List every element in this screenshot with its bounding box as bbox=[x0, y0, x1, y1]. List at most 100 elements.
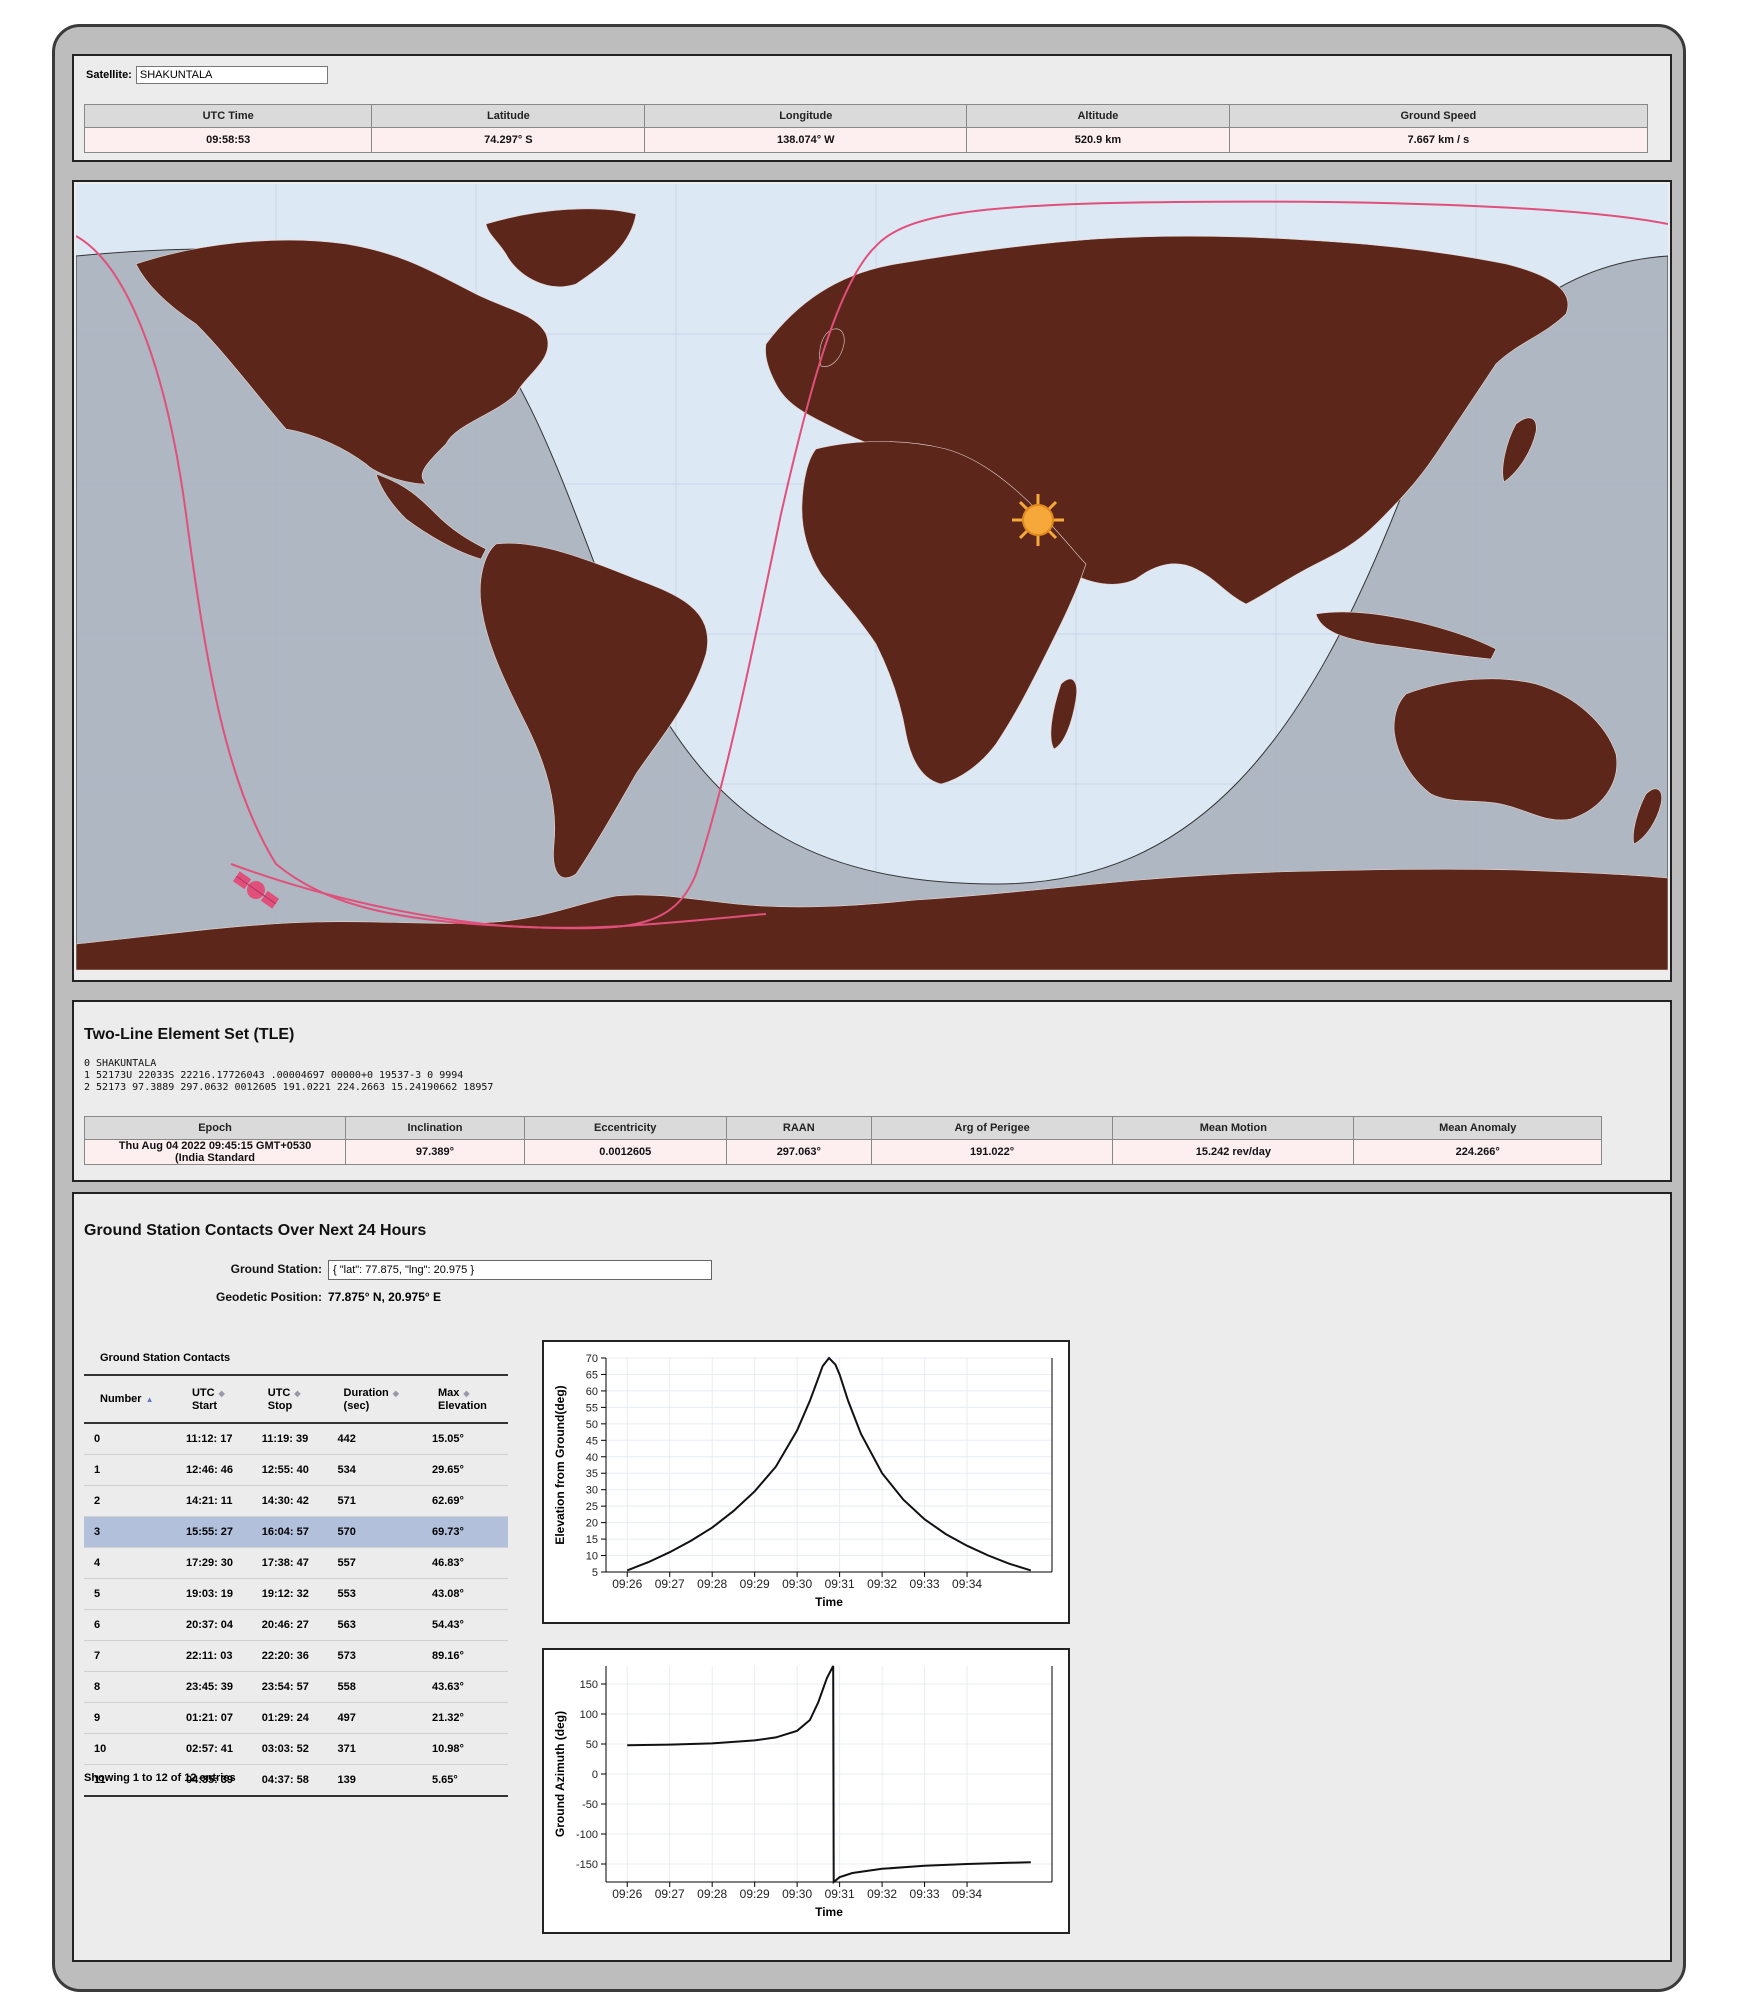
cell-number: 3 bbox=[84, 1516, 176, 1548]
azimuth-x-tick-label: 09:33 bbox=[910, 1887, 940, 1901]
sort-icon: ◆ bbox=[218, 1388, 225, 1398]
table-row[interactable]: 3 15:55: 27 16:04: 57 570 69.73° bbox=[84, 1516, 508, 1548]
column-utc-start[interactable]: UTC ◆ Start bbox=[175, 1375, 252, 1424]
tle-line-2: 2 52173 97.3889 297.0632 0012605 191.022… bbox=[84, 1082, 494, 1093]
table-row[interactable]: 1 12:46: 46 12:55: 40 534 29.65° bbox=[84, 1454, 508, 1486]
cell-number: 5 bbox=[84, 1578, 176, 1610]
cell-utc-start: 23:45: 39 bbox=[175, 1671, 252, 1703]
sort-icon: ◆ bbox=[294, 1388, 301, 1398]
ground-station-panel: Ground Station Contacts Over Next 24 Hou… bbox=[72, 1192, 1672, 1962]
elevation-x-tick-label: 09:28 bbox=[697, 1577, 727, 1591]
column-duration[interactable]: Duration ◆ (sec) bbox=[327, 1375, 422, 1424]
cell-number: 4 bbox=[84, 1547, 176, 1579]
tle-lines: 0 SHAKUNTALA 1 52173U 22033S 22216.177260… bbox=[84, 1058, 493, 1094]
azimuth-y-tick-label: 100 bbox=[580, 1709, 598, 1721]
satellite-input[interactable]: SHAKUNTALA bbox=[135, 66, 328, 84]
column-max-elevation-label-1: Max bbox=[437, 1386, 460, 1399]
entries-info: Showing 1 to 12 of 12 entries bbox=[84, 1772, 236, 1784]
cell-duration: 558 bbox=[327, 1671, 422, 1703]
sort-asc-icon: ▲ bbox=[145, 1394, 154, 1404]
header-raan: RAAN bbox=[725, 1116, 873, 1140]
cell-utc-start: 02:57: 41 bbox=[175, 1733, 252, 1765]
value-arg-of-perigee: 191.022° bbox=[871, 1139, 1114, 1165]
cell-number: 1 bbox=[84, 1454, 176, 1486]
cell-duration: 534 bbox=[327, 1454, 422, 1486]
cell-utc-start: 12:46: 46 bbox=[175, 1454, 252, 1486]
sort-icon: ◆ bbox=[392, 1388, 399, 1398]
table-row[interactable]: 7 22:11: 03 22:20: 36 573 89.16° bbox=[84, 1640, 508, 1672]
cell-duration: 571 bbox=[327, 1485, 422, 1517]
tle-line-1: 1 52173U 22033S 22216.17726043 .00004697… bbox=[84, 1070, 464, 1081]
elevation-y-label: Elevation from Ground(deg) bbox=[553, 1385, 567, 1544]
header-inclination: Inclination bbox=[345, 1116, 525, 1140]
madagascar bbox=[1050, 678, 1077, 750]
azimuth-y-tick-label: 50 bbox=[586, 1739, 598, 1751]
elevation-y-tick-label: 40 bbox=[586, 1452, 598, 1464]
value-epoch: Thu Aug 04 2022 09:45:15 GMT+0530 (India… bbox=[84, 1139, 346, 1165]
cell-duration: 553 bbox=[327, 1578, 422, 1610]
telemetry-panel: Satellite: SHAKUNTALA UTC Time Latitude … bbox=[72, 54, 1672, 162]
cell-utc-start: 11:12: 17 bbox=[175, 1423, 252, 1455]
world-map[interactable] bbox=[76, 184, 1668, 970]
map-svg bbox=[76, 184, 1668, 970]
elevation-y-tick-label: 25 bbox=[586, 1501, 598, 1513]
column-utc-stop[interactable]: UTC ◆ Stop bbox=[251, 1375, 328, 1424]
azimuth-x-label: Time bbox=[815, 1905, 843, 1919]
ground-station-title: Ground Station Contacts Over Next 24 Hou… bbox=[84, 1222, 427, 1239]
cell-max-elevation: 29.65° bbox=[421, 1454, 508, 1486]
header-latitude: Latitude bbox=[371, 104, 646, 128]
elevation-series-line bbox=[626, 1356, 1032, 1572]
contacts-table-body: 0 11:12: 17 11:19: 39 442 15.05° 1 12:46: 46 12… bbox=[84, 1423, 508, 1797]
column-number[interactable]: Number ▲ bbox=[84, 1375, 176, 1424]
contacts-table: Number ▲ UTC ◆ Start UTC ◆ Stop Duration ◆ (sec… bbox=[84, 1374, 508, 1797]
elevation-y-tick-label: 10 bbox=[586, 1551, 598, 1563]
table-row[interactable]: 5 19:03: 19 19:12: 32 553 43.08° bbox=[84, 1578, 508, 1610]
cell-number: 6 bbox=[84, 1609, 176, 1641]
azimuth-chart: 09:26 09:27 09:28 09:29 09:30 09:31 09:32 09:33… bbox=[542, 1648, 1070, 1934]
cell-utc-start: 01:21: 07 bbox=[175, 1702, 252, 1734]
ground-station-input[interactable]: { "lat": 77.875, "lng": 20.975 } bbox=[328, 1260, 712, 1280]
cell-utc-start: 20:37: 04 bbox=[175, 1609, 252, 1641]
column-max-elevation[interactable]: Max ◆ Elevation bbox=[421, 1375, 508, 1424]
elevation-y-tick-label: 70 bbox=[586, 1353, 598, 1365]
table-row[interactable]: 8 23:45: 39 23:54: 57 558 43.63° bbox=[84, 1671, 508, 1703]
cell-utc-start: 17:29: 30 bbox=[175, 1547, 252, 1579]
azimuth-x-tick-label: 09:28 bbox=[697, 1887, 727, 1901]
azimuth-y-tick-label: -100 bbox=[576, 1829, 598, 1841]
cell-number: 8 bbox=[84, 1671, 176, 1703]
azimuth-y-tick-label: -50 bbox=[582, 1799, 598, 1811]
satellite-selector: Satellite: SHAKUNTALA bbox=[86, 66, 328, 84]
cell-duration: 573 bbox=[327, 1640, 422, 1672]
table-row[interactable]: 2 14:21: 11 14:30: 42 571 62.69° bbox=[84, 1485, 508, 1517]
table-row[interactable]: 4 17:29: 30 17:38: 47 557 46.83° bbox=[84, 1547, 508, 1579]
value-latitude: 74.297° S bbox=[371, 127, 646, 153]
cell-utc-stop: 03:03: 52 bbox=[251, 1733, 328, 1765]
sort-icon: ◆ bbox=[463, 1388, 470, 1398]
elevation-y-tick-label: 50 bbox=[586, 1419, 598, 1431]
value-raan: 297.063° bbox=[725, 1139, 873, 1165]
elevation-x-tick-label: 09:33 bbox=[910, 1577, 940, 1591]
greenland bbox=[485, 208, 637, 287]
cell-max-elevation: 21.32° bbox=[421, 1702, 508, 1734]
contacts-table-title: Ground Station Contacts bbox=[100, 1352, 231, 1364]
map-panel bbox=[72, 180, 1672, 982]
value-utc-time: 09:58:53 bbox=[83, 127, 373, 153]
elevation-x-tick-label: 09:30 bbox=[782, 1577, 812, 1591]
header-utc-time: UTC Time bbox=[83, 104, 373, 128]
table-row[interactable]: 10 02:57: 41 03:03: 52 371 10.98° bbox=[84, 1733, 508, 1765]
cell-duration: 371 bbox=[327, 1733, 422, 1765]
azimuth-chart-svg: 09:26 09:27 09:28 09:29 09:30 09:31 09:32 09:33… bbox=[553, 1665, 1053, 1919]
cell-utc-stop: 11:19: 39 bbox=[251, 1423, 328, 1455]
cell-utc-stop: 16:04: 57 bbox=[251, 1516, 328, 1548]
header-mean-motion: Mean Motion bbox=[1112, 1116, 1355, 1140]
table-row[interactable]: 9 01:21: 07 01:29: 24 497 21.32° bbox=[84, 1702, 508, 1734]
elevation-y-tick-label: 65 bbox=[586, 1369, 598, 1381]
header-longitude: Longitude bbox=[644, 104, 968, 128]
header-arg-of-perigee: Arg of Perigee bbox=[871, 1116, 1114, 1140]
table-row[interactable]: 0 11:12: 17 11:19: 39 442 15.05° bbox=[84, 1423, 508, 1455]
table-row[interactable]: 6 20:37: 04 20:46: 27 563 54.43° bbox=[84, 1609, 508, 1641]
cell-utc-stop: 14:30: 42 bbox=[251, 1485, 328, 1517]
value-mean-anomaly: 224.266° bbox=[1353, 1139, 1602, 1165]
cell-utc-stop: 19:12: 32 bbox=[251, 1578, 328, 1610]
azimuth-y-label: Ground Azimuth (deg) bbox=[553, 1711, 567, 1837]
